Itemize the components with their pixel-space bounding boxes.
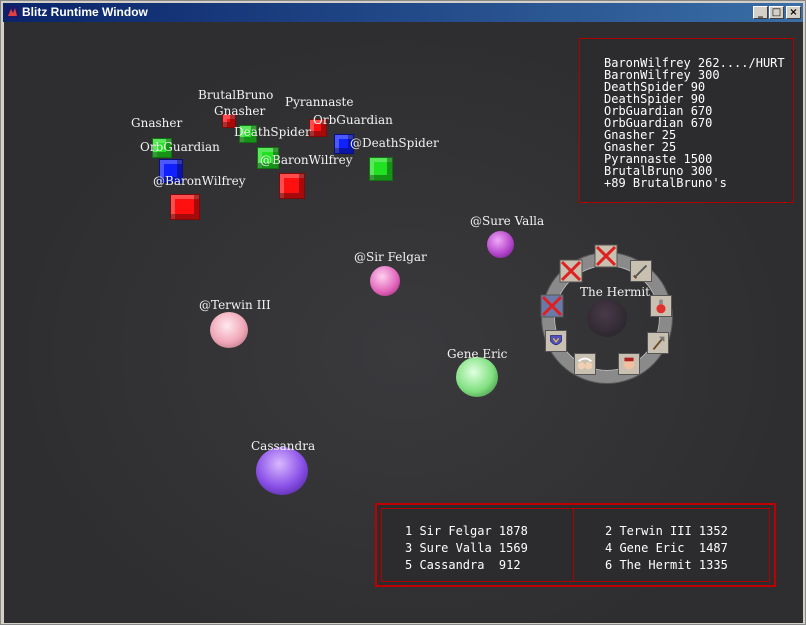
app-window: Blitz Runtime Window _ □ × BrutalBruno G… xyxy=(0,0,806,625)
score-entry: 5 Cassandra 912 xyxy=(405,558,521,572)
score-entry: 6 The Hermit 1335 xyxy=(605,558,728,572)
crossed-out-slot-icon[interactable] xyxy=(540,294,564,318)
score-entry: 2 Terwin III 1352 xyxy=(605,524,728,538)
face-icon[interactable] xyxy=(618,353,640,375)
label-at-deathspider: @DeathSpider xyxy=(350,136,439,150)
label-gene-eric: Gene Eric xyxy=(447,347,508,361)
player-sphere-sir-felgar[interactable] xyxy=(370,266,400,296)
player-sphere-cassandra[interactable] xyxy=(256,447,308,495)
label-the-hermit: The Hermit xyxy=(580,285,650,299)
label-gnasher-top: Gnasher xyxy=(214,104,266,118)
score-entry: 4 Gene Eric 1487 xyxy=(605,541,728,555)
log-line: +89 BrutalBruno's xyxy=(604,176,727,190)
two-faces-icon[interactable] xyxy=(574,353,596,375)
window-title: Blitz Runtime Window xyxy=(22,5,148,19)
title-bar[interactable]: Blitz Runtime Window _ □ × xyxy=(3,3,803,22)
label-orbguardian-right: OrbGuardian xyxy=(313,113,393,127)
label-gnasher-left: Gnasher xyxy=(131,116,183,130)
enemy-cube-baronwilfrey-left[interactable] xyxy=(170,194,200,220)
player-sphere-the-hermit[interactable] xyxy=(587,299,627,337)
potion-icon[interactable] xyxy=(650,295,672,317)
label-at-baronwilfrey-left: @BaronWilfrey xyxy=(153,174,246,188)
label-terwin: @Terwin III xyxy=(199,298,271,312)
close-button[interactable]: × xyxy=(786,6,801,19)
label-orbguardian-left: OrbGuardian xyxy=(140,140,220,154)
scoreboard-divider xyxy=(573,509,574,581)
label-at-baronwilfrey-mid: @BaronWilfrey xyxy=(260,153,353,167)
player-sphere-terwin-iii[interactable] xyxy=(210,312,248,348)
label-deathspider-mid: DeathSpider xyxy=(234,125,311,139)
axe-icon[interactable] xyxy=(647,332,669,354)
combat-log-lines: BaronWilfrey 262..../HURT BaronWilfrey 3… xyxy=(580,57,791,189)
label-sure-valla: @Sure Valla xyxy=(470,214,545,228)
player-sphere-gene-eric[interactable] xyxy=(456,357,498,397)
minimize-button[interactable]: _ xyxy=(753,6,768,19)
scoreboard-grid: 1 Sir Felgar 1878 3 Sure Valla 1569 5 Ca… xyxy=(381,508,770,582)
shield-icon[interactable] xyxy=(545,330,567,352)
scoreboard-panel: 1 Sir Felgar 1878 3 Sure Valla 1569 5 Ca… xyxy=(375,503,776,587)
score-entry: 1 Sir Felgar 1878 xyxy=(405,524,528,538)
label-cassandra: Cassandra xyxy=(251,439,316,453)
label-sir-felgar: @Sir Felgar xyxy=(354,250,427,264)
label-brutalbruno: BrutalBruno xyxy=(198,88,274,102)
enemy-cube-baronwilfrey-mid[interactable] xyxy=(279,173,305,199)
combat-log-panel: BaronWilfrey 262..../HURT BaronWilfrey 3… xyxy=(579,38,794,203)
score-entry: 3 Sure Valla 1569 xyxy=(405,541,528,555)
crossed-out-slot-icon[interactable] xyxy=(594,244,618,268)
label-pyrannaste: Pyrannaste xyxy=(285,95,354,109)
maximize-button[interactable]: □ xyxy=(769,6,784,19)
blitz-app-icon xyxy=(6,6,19,19)
game-viewport[interactable]: BrutalBruno Gnasher Pyrannaste Gnasher O… xyxy=(4,22,803,623)
player-sphere-sure-valla[interactable] xyxy=(487,231,514,258)
sword-icon[interactable] xyxy=(630,260,652,282)
crossed-out-slot-icon[interactable] xyxy=(559,259,583,283)
enemy-cube-deathspider-right[interactable] xyxy=(369,157,393,181)
